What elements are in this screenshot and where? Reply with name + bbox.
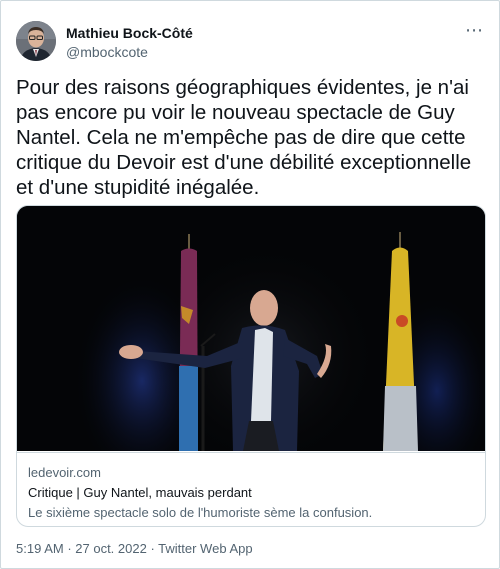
card-domain: ledevoir.com: [28, 465, 101, 480]
tweet-text: Pour des raisons géographiques évidentes…: [16, 76, 472, 199]
link-card[interactable]: ledevoir.com Critique | Guy Nantel, mauv…: [16, 205, 486, 527]
stage-photo: [17, 206, 485, 491]
tweet-time[interactable]: 5:19 AM: [16, 541, 64, 556]
card-image: [17, 206, 485, 491]
meta-separator: ·: [63, 541, 76, 556]
tweet-date[interactable]: 27 oct. 2022: [75, 541, 147, 556]
more-options-icon[interactable]: ⋯: [465, 21, 484, 39]
tweet-card: Mathieu Bock-Côté @mbockcote ⋯ Pour des …: [0, 0, 500, 569]
avatar[interactable]: [16, 21, 56, 61]
card-description: Le sixième spectacle solo de l'humoriste…: [28, 505, 373, 520]
tweet-header: Mathieu Bock-Côté @mbockcote ⋯: [16, 21, 484, 65]
author-name[interactable]: Mathieu Bock-Côté: [66, 25, 193, 41]
tweet-source[interactable]: Twitter Web App: [158, 541, 252, 556]
author-handle[interactable]: @mbockcote: [66, 44, 148, 60]
meta-separator: ·: [146, 541, 159, 556]
card-title: Critique | Guy Nantel, mauvais perdant: [28, 485, 252, 500]
tweet-meta: 5:19 AM · 27 oct. 2022 · Twitter Web App: [16, 541, 253, 556]
card-info: ledevoir.com Critique | Guy Nantel, mauv…: [17, 452, 485, 526]
avatar-photo: [16, 21, 56, 61]
